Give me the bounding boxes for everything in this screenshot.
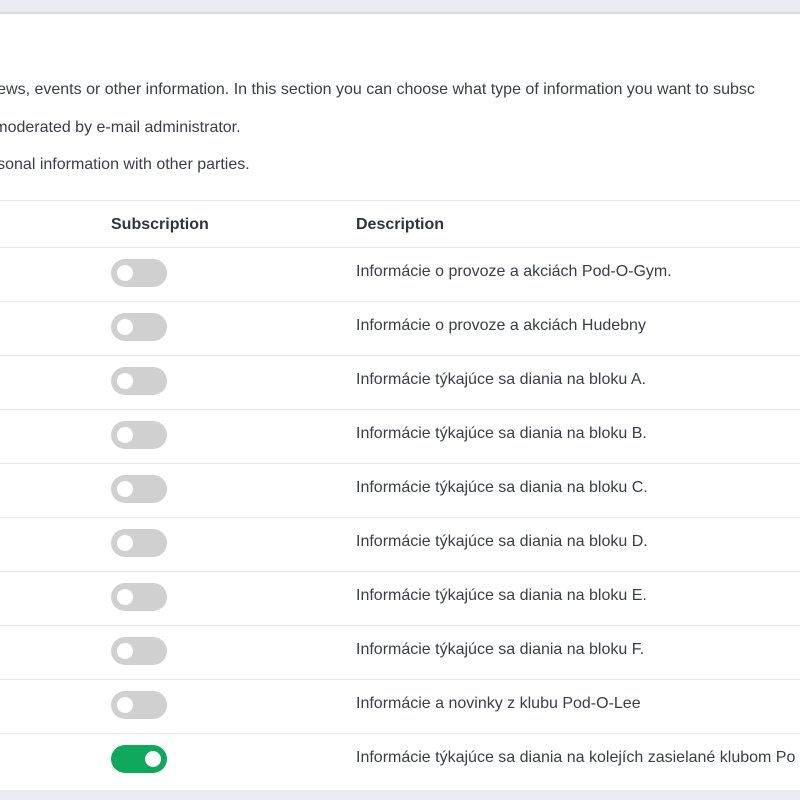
bottom-divider (0, 790, 800, 800)
toggle-knob (117, 535, 133, 551)
subscriptions-card: ge news, events or other information. In… (0, 12, 800, 790)
row-description: Informácie týkajúce sa diania na bloku A… (356, 371, 646, 388)
toggle-knob (117, 265, 133, 281)
table-row: Informácie týkajúce sa diania na bloku B… (0, 409, 800, 463)
table-row: Informácie týkajúce sa diania na bloku F… (0, 625, 800, 679)
toggle-knob (117, 373, 133, 389)
subscription-toggle[interactable] (111, 367, 167, 395)
row-description: Informácie týkajúce sa diania na bloku B… (356, 425, 647, 442)
row-description: Informácie týkajúce sa diania na bloku C… (356, 479, 648, 496)
subscription-toggle[interactable] (111, 475, 167, 503)
toggle-knob (117, 643, 133, 659)
subscription-toggle[interactable] (111, 421, 167, 449)
table-row: Informácie týkajúce sa diania na kolejíc… (0, 733, 800, 787)
toggle-knob (117, 481, 133, 497)
page: ge news, events or other information. In… (0, 0, 800, 800)
toggle-knob (117, 427, 133, 443)
table-row: Informácie týkajúce sa diania na bloku C… (0, 463, 800, 517)
toggle-knob (117, 319, 133, 335)
subscription-toggle[interactable] (111, 745, 167, 773)
table-header-row: Subscription Description (0, 200, 800, 247)
row-description: Informácie o provoze a akciách Pod-O-Gym… (356, 263, 672, 280)
intro-line-1: ge news, events or other information. In… (0, 81, 755, 98)
toggle-knob (117, 697, 133, 713)
subscription-toggle[interactable] (111, 313, 167, 341)
table-row: Informácie týkajúce sa diania na bloku D… (0, 517, 800, 571)
description-column-header: Description (356, 216, 445, 233)
table-row: Informácie týkajúce sa diania na bloku E… (0, 571, 800, 625)
row-description: Informácie a novinky z klubu Pod-O-Lee (356, 695, 641, 712)
table-row: Informácie o provoze a akciách Pod-O-Gym… (0, 247, 800, 301)
subscription-toggle[interactable] (111, 637, 167, 665)
toggle-knob (145, 751, 161, 767)
toggle-knob (117, 589, 133, 605)
subscription-toggle[interactable] (111, 583, 167, 611)
intro-line-3: personal information with other parties. (0, 156, 250, 173)
subscription-toggle[interactable] (111, 259, 167, 287)
table-row: Informácie a novinky z klubu Pod-O-Lee (0, 679, 800, 733)
row-description: Informácie týkajúce sa diania na bloku E… (356, 587, 647, 604)
table-row: Informácie týkajúce sa diania na bloku A… (0, 355, 800, 409)
intro-line-2: nd moderated by e-mail administrator. (0, 119, 241, 136)
subscriptions-table: Subscription Description Informácie o pr… (0, 200, 800, 787)
subscription-column-header: Subscription (111, 216, 209, 233)
row-description: Informácie týkajúce sa diania na kolejíc… (356, 749, 796, 766)
row-description: Informácie o provoze a akciách Hudebny (356, 317, 646, 334)
subscription-toggle[interactable] (111, 691, 167, 719)
row-description: Informácie týkajúce sa diania na bloku D… (356, 533, 648, 550)
table-row: Informácie o provoze a akciách Hudebny (0, 301, 800, 355)
row-description: Informácie týkajúce sa diania na bloku F… (356, 641, 645, 658)
subscription-toggle[interactable] (111, 529, 167, 557)
